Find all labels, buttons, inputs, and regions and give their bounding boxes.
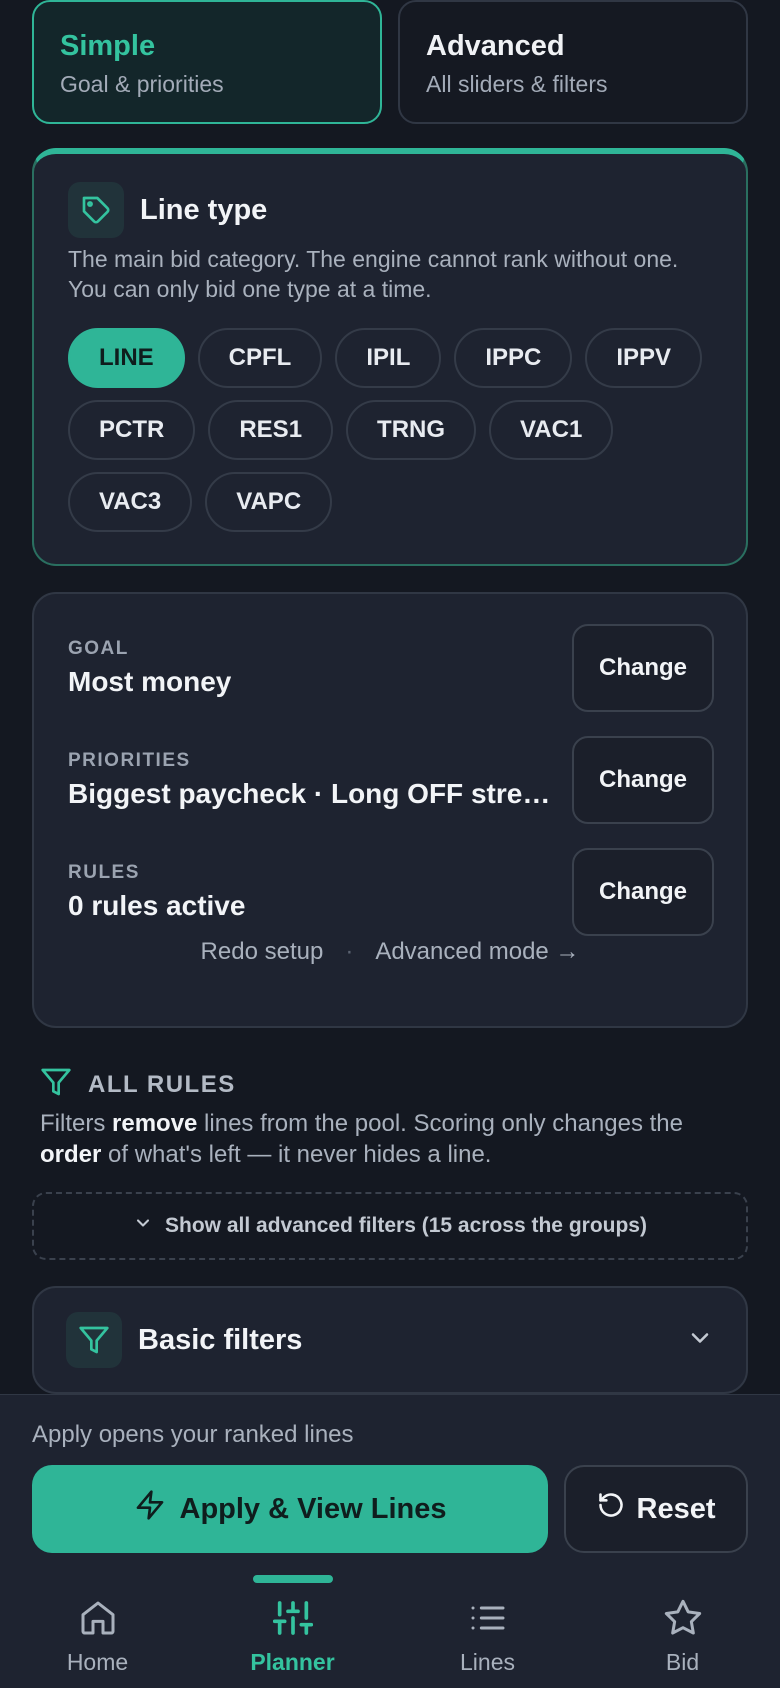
filter-icon [40,1066,72,1103]
mode-advanced-button[interactable]: Advanced All sliders & filters [398,0,748,124]
mode-toggle: Simple Goal & priorities Advanced All sl… [32,0,748,124]
line-type-chip-res1[interactable]: RES1 [208,400,334,460]
sliders-icon [272,1598,313,1643]
rules-row: RULES 0 rules active Change [68,848,714,936]
rules-desc-text-1: Filters [40,1110,112,1137]
link-separator: · [345,938,354,965]
setup-summary-card: GOAL Most money Change PRIORITIES Bigges… [32,592,748,1028]
line-type-description: The main bid category. The engine cannot… [68,246,679,302]
goal-text: GOAL Most money [68,638,231,698]
mode-advanced-title: Advanced [426,30,565,62]
line-type-chip-vapc[interactable]: VAPC [205,472,333,532]
nav-lines[interactable]: Lines [390,1570,585,1688]
line-type-chips: LINE CPFL IPIL IPPC IPPV PCTR RES1 TRNG VAC1 VAC3… [68,328,714,532]
apply-view-lines-button[interactable]: Apply & View Lines [32,1465,548,1553]
redo-setup-link[interactable]: Redo setup [201,938,324,965]
mode-simple-subtitle: Goal & priorities [60,71,224,97]
advanced-mode-link[interactable]: Advanced mode → [375,938,579,965]
lightning-icon [134,1489,166,1529]
all-rules-header: ALL RULES [40,1066,236,1103]
rules-change-button[interactable]: Change [572,848,714,936]
mode-simple-button[interactable]: Simple Goal & priorities [32,0,382,124]
nav-planner-label: Planner [250,1649,335,1675]
mode-advanced-subtitle: All sliders & filters [426,71,608,97]
line-type-chip-ippc[interactable]: IPPC [454,328,573,388]
nav-active-indicator [252,1575,333,1583]
priorities-text: PRIORITIES Biggest paycheck · Long OFF s… [68,750,558,810]
reset-button[interactable]: Reset [564,1465,748,1553]
action-hint: Apply opens your ranked lines [32,1421,354,1448]
rotate-ccw-icon [597,1491,625,1527]
line-type-title: Line type [140,193,268,226]
goal-value: Most money [68,666,232,697]
show-advanced-filters-label: Show all advanced filters (15 across the… [165,1214,647,1237]
rules-desc-text-3: of what's left — it never hides a line. [101,1141,492,1168]
line-type-chip-ipil[interactable]: IPIL [335,328,442,388]
rules-value: 0 rules active [68,890,246,921]
home-icon [78,1598,118,1643]
list-icon [468,1598,508,1643]
line-type-chip-trng[interactable]: TRNG [346,400,477,460]
priorities-change-button[interactable]: Change [572,736,714,824]
rules-label: RULES [68,862,140,883]
rules-desc-bold-remove: remove [112,1110,198,1137]
action-bar: Apply opens your ranked lines Apply & Vi… [0,1394,780,1570]
nav-lines-label: Lines [460,1649,515,1675]
nav-bid-label: Bid [665,1649,700,1675]
line-type-header: Line type [68,182,714,238]
rules-desc-text-2: lines from the pool. Scoring only change… [197,1110,684,1137]
line-type-chip-pctr[interactable]: PCTR [68,400,196,460]
apply-label: Apply & View Lines [179,1492,447,1525]
mode-simple-title: Simple [60,30,156,62]
all-rules-description: Filters remove lines from the pool. Scor… [40,1108,740,1170]
rules-desc-bold-order: order [40,1141,102,1168]
nav-bid[interactable]: Bid [585,1570,780,1688]
planner-page: Simple Goal & priorities Advanced All sl… [0,0,780,1688]
nav-home[interactable]: Home [0,1570,195,1688]
bottom-nav: Home Planner Lines Bid [0,1570,780,1688]
basic-filters-section[interactable]: Basic filters [32,1286,748,1394]
chevron-down-icon [686,1324,714,1357]
all-rules-title: ALL RULES [88,1070,236,1098]
chevron-down-icon [133,1213,153,1239]
priorities-value: Biggest paycheck · Long OFF stretches [68,778,558,809]
goal-row: GOAL Most money Change [68,624,714,712]
nav-home-label: Home [66,1649,129,1675]
filter-icon [66,1312,122,1368]
priorities-row: PRIORITIES Biggest paycheck · Long OFF s… [68,736,714,824]
basic-filters-title: Basic filters [138,1323,303,1356]
goal-change-button[interactable]: Change [572,624,714,712]
show-advanced-filters-button[interactable]: Show all advanced filters (15 across the… [32,1192,748,1260]
star-icon [663,1598,703,1643]
reset-label: Reset [636,1492,716,1525]
rules-text: RULES 0 rules active [68,862,245,922]
line-type-chip-line[interactable]: LINE [68,328,185,388]
line-type-chip-cpfl[interactable]: CPFL [197,328,323,388]
line-type-chip-ippv[interactable]: IPPV [585,328,703,388]
line-type-chip-vac3[interactable]: VAC3 [68,472,193,532]
tag-icon [68,182,124,238]
priorities-label: PRIORITIES [68,750,191,771]
summary-links: Redo setup · Advanced mode → [34,938,746,966]
nav-planner[interactable]: Planner [195,1570,390,1688]
line-type-chip-vac1[interactable]: VAC1 [489,400,614,460]
line-type-card: Line type The main bid category. The eng… [32,148,748,566]
goal-label: GOAL [68,638,129,659]
